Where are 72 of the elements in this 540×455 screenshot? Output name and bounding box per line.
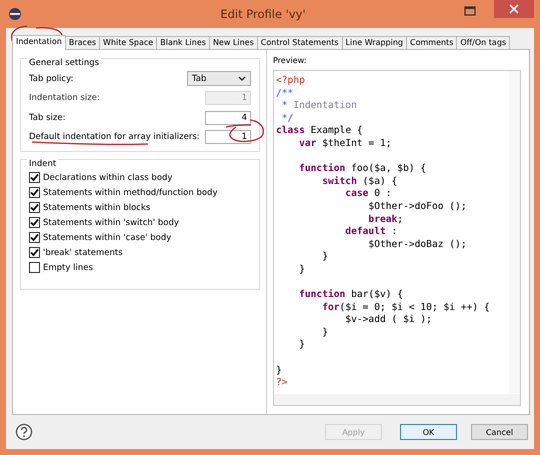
group-title: General settings bbox=[27, 58, 102, 68]
code-token: function bbox=[298, 289, 346, 300]
close-button[interactable] bbox=[494, 0, 534, 18]
code-token: $theInt = 1; bbox=[321, 138, 392, 149]
close-icon bbox=[509, 4, 519, 14]
code-token: * bbox=[280, 100, 289, 112]
code-token: ?> bbox=[276, 377, 288, 388]
code-token: $v->add ( $i ); bbox=[344, 314, 432, 326]
code-token: } bbox=[298, 264, 305, 275]
checkbox[interactable] bbox=[29, 247, 40, 258]
code-token: */ bbox=[280, 112, 294, 124]
code-token: break bbox=[367, 214, 398, 225]
dialog-button[interactable]: OK bbox=[400, 424, 457, 440]
code-token: foo($a, $b) { bbox=[350, 163, 426, 174]
field-label: Tab policy: bbox=[29, 74, 74, 84]
help-icon[interactable] bbox=[15, 423, 33, 441]
checkbox[interactable] bbox=[29, 187, 40, 198]
checkbox-label: Empty lines bbox=[43, 262, 93, 272]
checkbox-label: Statements within blocks bbox=[43, 202, 150, 212]
number-field[interactable]: 1 bbox=[205, 130, 251, 144]
code-token: $Other->doFoo (); bbox=[367, 200, 467, 212]
code-token: <?php bbox=[276, 75, 305, 86]
checkbox-label: Declarations within class body bbox=[43, 172, 172, 182]
code-token: 0 : bbox=[373, 188, 392, 200]
number-field[interactable]: 4 bbox=[205, 110, 251, 125]
tab[interactable]: White Space bbox=[99, 36, 158, 49]
code-token: switch bbox=[321, 176, 357, 187]
code-token: $Other->doBaz (); bbox=[367, 238, 467, 250]
checkbox[interactable] bbox=[29, 172, 40, 183]
code-token: class bbox=[276, 125, 305, 136]
tab[interactable]: Line Wrapping bbox=[342, 36, 407, 49]
checkbox-label: Statements within 'case' body bbox=[43, 232, 172, 242]
code-token: bar($v) { bbox=[350, 289, 404, 300]
tab[interactable]: Off/On tags bbox=[456, 36, 510, 49]
checkbox-label: Statements within method/function body bbox=[43, 188, 218, 198]
field-label: Default indentation for array initializers: bbox=[29, 132, 200, 142]
preview-label: Preview: bbox=[273, 56, 308, 65]
code-token: ($i = 0; $i < 10; $i ++) { bbox=[340, 302, 490, 313]
field-label: Tab size: bbox=[29, 112, 66, 123]
checkbox-label: Statements within 'switch' body bbox=[43, 218, 179, 228]
code-token: } bbox=[321, 251, 328, 262]
code-token: } bbox=[321, 326, 328, 338]
code-token: ($a) { bbox=[362, 176, 398, 187]
checkbox[interactable] bbox=[29, 232, 40, 243]
code-token: } bbox=[298, 339, 305, 350]
annotation-underline bbox=[224, 123, 252, 129]
code-token: Example { bbox=[310, 125, 363, 136]
dialog-button[interactable]: Cancel bbox=[471, 424, 528, 440]
tab[interactable]: Indentation bbox=[12, 35, 66, 50]
code-token: var bbox=[298, 138, 316, 149]
code-token: default bbox=[344, 226, 386, 238]
checkbox[interactable] bbox=[29, 217, 40, 228]
tab-policy-dropdown[interactable]: Tab bbox=[187, 71, 251, 86]
code-token: for bbox=[321, 302, 340, 313]
group-title: Indent bbox=[27, 159, 58, 169]
code-token: } bbox=[276, 364, 282, 376]
chevron-down-icon bbox=[238, 76, 246, 82]
checkbox[interactable] bbox=[29, 262, 40, 273]
field-label: Indentation size: bbox=[29, 93, 100, 104]
code-token: function bbox=[298, 163, 346, 174]
code-token: ; bbox=[397, 214, 404, 225]
checkbox[interactable] bbox=[29, 202, 40, 213]
window-title: Edit Profile 'vy' bbox=[220, 7, 306, 21]
maximize-icon[interactable] bbox=[464, 6, 476, 16]
app-icon bbox=[8, 7, 22, 21]
code-token: Indentation bbox=[293, 100, 357, 112]
checkbox-label: 'break' statements bbox=[43, 248, 123, 258]
vertical-scrollbar[interactable] bbox=[509, 71, 520, 393]
code-token: case bbox=[344, 188, 368, 200]
horizontal-scrollbar[interactable] bbox=[274, 394, 520, 405]
code-token: : bbox=[390, 226, 398, 238]
code-token: /** bbox=[276, 88, 294, 99]
